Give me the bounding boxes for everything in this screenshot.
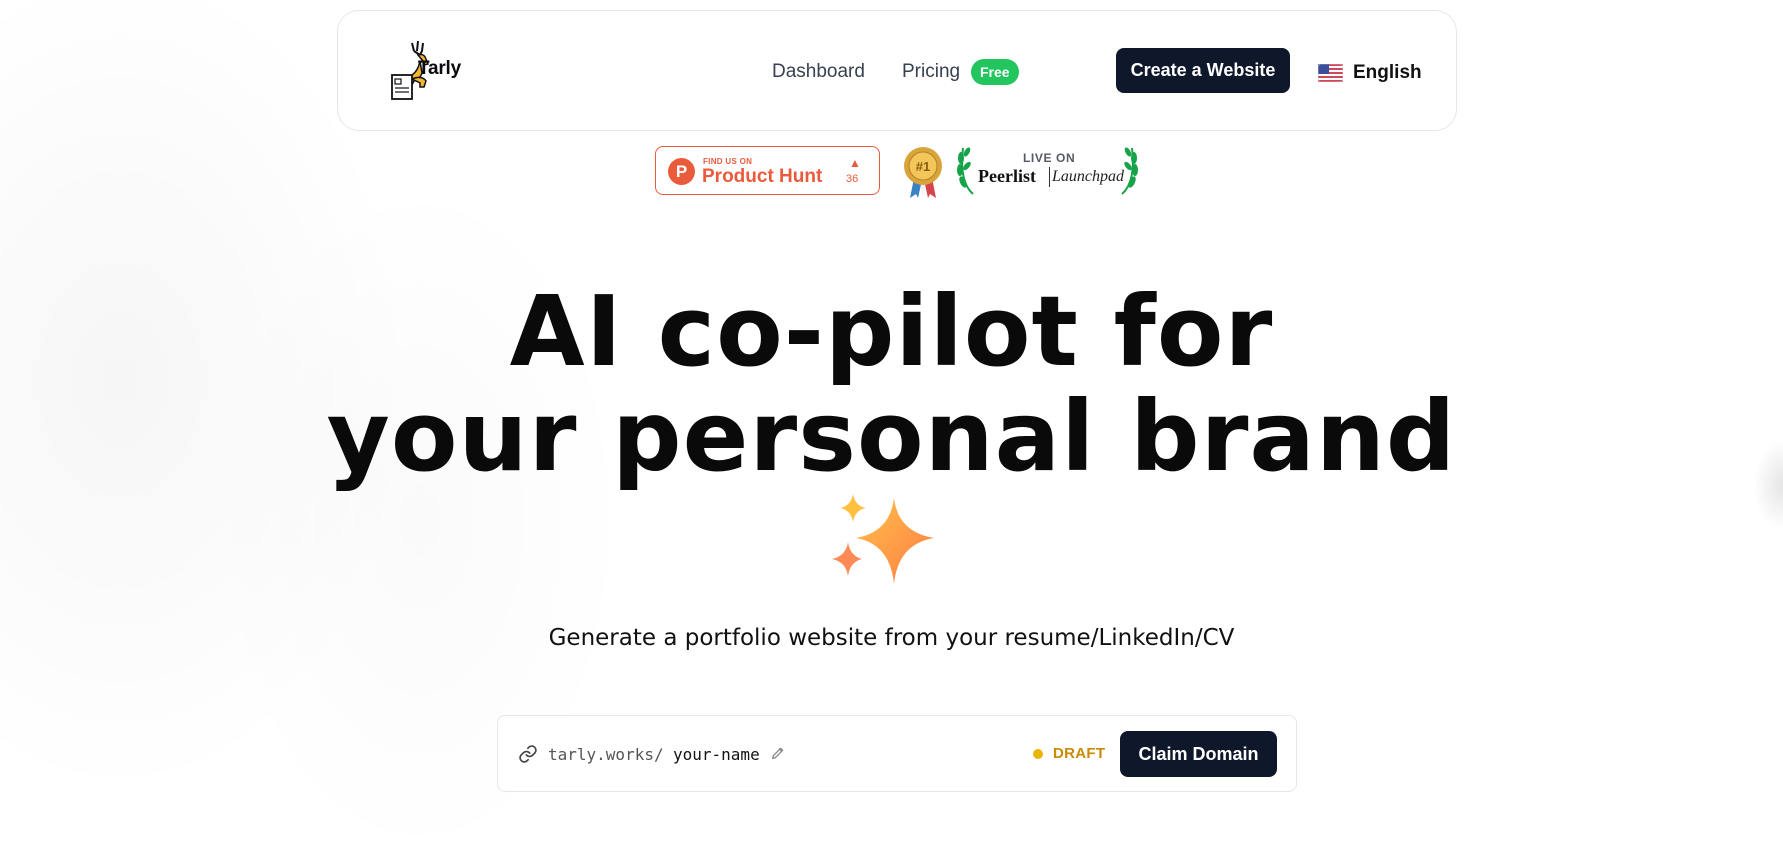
peerlist-launchpad: Launchpad — [1052, 168, 1124, 185]
peerlist-divider — [1049, 167, 1050, 187]
peerlist-name: Peerlist — [978, 166, 1036, 186]
language-selector[interactable]: English — [1318, 61, 1422, 85]
product-hunt-votes: 36 — [846, 173, 859, 185]
product-hunt-badge[interactable]: P FIND US ON Product Hunt ▲ 36 — [655, 146, 880, 195]
status-dot — [1033, 749, 1043, 759]
nav-pricing-link[interactable]: Pricing — [902, 61, 960, 83]
laurel-right-icon — [1121, 147, 1138, 195]
domain-prefix: tarly.works/ — [548, 745, 664, 764]
laurel-left-icon — [957, 147, 974, 195]
product-hunt-logo-icon: P — [668, 158, 695, 185]
upvote-triangle-icon: ▲ — [849, 156, 861, 170]
domain-name-input[interactable] — [673, 741, 763, 767]
nav-dashboard-link[interactable]: Dashboard — [772, 61, 865, 83]
peerlist-live-label: LIVE ON — [1023, 151, 1076, 165]
create-website-button[interactable]: Create a Website — [1116, 48, 1290, 93]
product-hunt-small-label: FIND US ON — [703, 157, 753, 166]
sparkles-icon — [832, 494, 934, 584]
free-badge: Free — [971, 59, 1019, 85]
navbar: Tarly Dashboard Pricing Free Create a We… — [337, 10, 1457, 131]
medal-text: #1 — [916, 159, 930, 174]
hero-title-line-2: your personal brand — [326, 380, 1457, 493]
peerlist-badge[interactable]: LIVE ON Peerlist Launchpad — [955, 144, 1140, 196]
us-flag-icon — [1318, 64, 1343, 82]
language-label: English — [1353, 62, 1422, 83]
product-hunt-name: Product Hunt — [702, 166, 823, 187]
hero-title-line-1: AI co-pilot for — [509, 275, 1274, 388]
pencil-icon[interactable] — [770, 745, 786, 761]
brand-name: Tarly — [418, 58, 462, 79]
medal-icon[interactable]: #1 — [900, 144, 946, 198]
hero-subtitle: Generate a portfolio website from your r… — [548, 625, 1235, 651]
link-icon — [519, 745, 537, 763]
domain-claim-bar: tarly.works/ DRAFT Claim Domain — [497, 715, 1297, 792]
claim-domain-button[interactable]: Claim Domain — [1120, 731, 1277, 777]
status-badge: DRAFT — [1053, 745, 1106, 762]
